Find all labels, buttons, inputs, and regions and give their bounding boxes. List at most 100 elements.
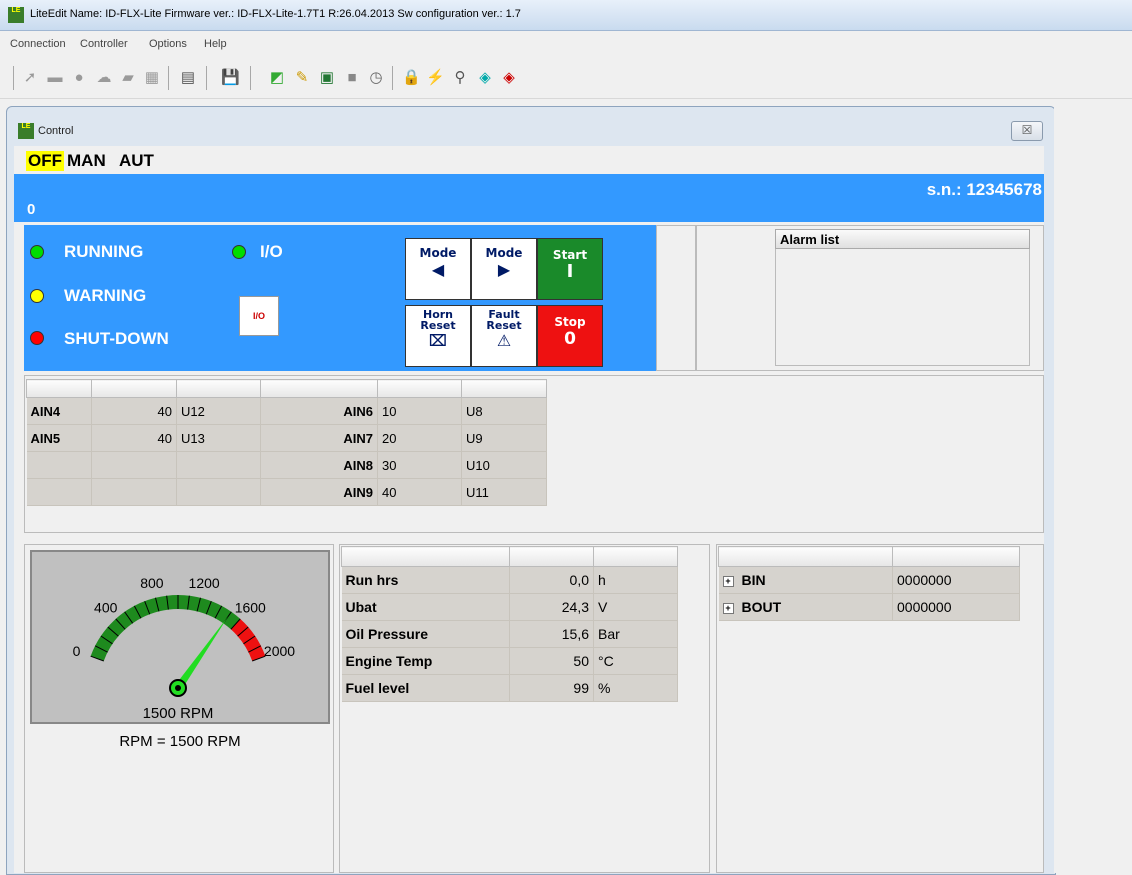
column-header[interactable] xyxy=(509,546,594,567)
gauge-hub-center xyxy=(175,685,181,691)
mode-right-button[interactable]: Mode ▶ xyxy=(471,238,537,300)
io-led-icon xyxy=(232,245,246,259)
rpm-gauge: 0 400 800 1200 1600 2000 1500 RPM xyxy=(30,550,330,724)
column-header[interactable] xyxy=(892,546,1020,567)
arrow-left-icon: ◀ xyxy=(431,260,445,279)
analog-unit: U13 xyxy=(176,424,261,452)
value-name: Oil Pressure xyxy=(341,620,510,648)
analog-value: 40 xyxy=(91,424,177,452)
table-icon[interactable]: ▦ xyxy=(143,69,161,87)
stop-glyph: 0 xyxy=(564,329,576,349)
io-button[interactable]: I/O xyxy=(239,296,279,336)
horn-reset-button[interactable]: Horn Reset ⌧ xyxy=(405,305,471,367)
app-icon: LE xyxy=(8,7,24,23)
table-row[interactable]: + BIN 0000000 xyxy=(718,566,1020,594)
stop-icon[interactable]: ■ xyxy=(343,69,361,87)
mode-right-label: Mode xyxy=(485,246,523,260)
mode-left-button[interactable]: Mode ◀ xyxy=(405,238,471,300)
cloud-icon[interactable]: ☁ xyxy=(95,69,113,87)
column-header[interactable] xyxy=(26,379,92,398)
analog-name: AIN4 xyxy=(26,397,92,425)
column-header[interactable] xyxy=(461,379,547,398)
chart-icon[interactable]: ◩ xyxy=(268,69,286,87)
monitor-icon[interactable]: ▣ xyxy=(318,69,336,87)
stop-label: Stop xyxy=(554,315,586,329)
column-header[interactable] xyxy=(341,546,510,567)
shutdown-led-icon xyxy=(30,331,44,345)
book-icon[interactable]: ◈ xyxy=(476,69,494,87)
column-header[interactable] xyxy=(377,379,462,398)
clock-icon[interactable]: ◷ xyxy=(367,69,385,87)
mode-off[interactable]: OFF xyxy=(26,151,64,171)
mode-aut[interactable]: AUT xyxy=(119,151,154,171)
connect-icon[interactable]: ➚ xyxy=(21,69,39,87)
plug-icon[interactable]: ⚡ xyxy=(426,69,445,87)
column-header[interactable] xyxy=(176,379,261,398)
serial-number: s.n.: 12345678 xyxy=(926,180,1042,199)
column-header[interactable] xyxy=(593,546,678,567)
start-icon: I xyxy=(566,261,574,282)
open-folder-icon[interactable]: ▰ xyxy=(119,69,137,87)
analog-value: 30 xyxy=(377,451,462,479)
analog-unit: U10 xyxy=(461,451,547,479)
column-header[interactable] xyxy=(718,546,893,567)
value-number: 24,3 xyxy=(509,593,594,621)
analog-unit: U8 xyxy=(461,397,547,425)
menu-bar: Connection Controller Options Help xyxy=(0,31,1132,58)
toolbar: ➚ ▬ ● ☁ ▰ ▦ ▤ 💾 ◩ ✎ ▣ ■ ◷ 🔒 ⚡ ⚲ ◈ ◈ xyxy=(0,58,1132,99)
start-button[interactable]: Start I xyxy=(537,238,603,300)
mode-row: OFF MAN AUT xyxy=(14,146,1044,174)
value-unit: h xyxy=(593,566,678,594)
value-unit: °C xyxy=(593,647,678,675)
window-title: LiteEdit Name: ID-FLX-Lite Firmware ver.… xyxy=(30,8,521,20)
disconnect-icon[interactable]: ▬ xyxy=(46,69,64,87)
table-row[interactable]: + BOUT 0000000 xyxy=(718,593,1020,621)
table-row: AIN9 40 U11 xyxy=(26,478,547,506)
value-name: Run hrs xyxy=(341,566,510,594)
value-number: 99 xyxy=(509,674,594,702)
record-icon[interactable]: ● xyxy=(70,69,88,87)
analog-unit xyxy=(176,451,261,479)
gauge-tick-label: 800 xyxy=(140,575,164,591)
help-book-icon[interactable]: ◈ xyxy=(500,69,518,87)
value-name: Fuel level xyxy=(341,674,510,702)
column-header[interactable] xyxy=(260,379,378,398)
menu-connection[interactable]: Connection xyxy=(10,38,66,50)
lock-icon[interactable]: 🔒 xyxy=(402,69,421,87)
save-icon[interactable]: 💾 xyxy=(221,69,240,87)
values-table: Run hrs 0,0 h Ubat 24,3 V Oil Pressure 1… xyxy=(341,546,678,702)
mdi-right-area xyxy=(1054,99,1132,873)
value-unit: V xyxy=(593,593,678,621)
analog-name: AIN5 xyxy=(26,424,92,452)
analog-unit: U12 xyxy=(176,397,261,425)
expand-icon[interactable]: + xyxy=(722,602,734,614)
value-name: Engine Temp xyxy=(341,647,510,675)
gauge-needle xyxy=(174,615,229,691)
key-icon[interactable]: ⚲ xyxy=(451,69,469,87)
expand-icon[interactable]: + xyxy=(722,575,734,587)
shutdown-label: SHUT-DOWN xyxy=(64,329,169,348)
toolbar-separator xyxy=(250,66,251,90)
toolbar-separator xyxy=(206,66,207,90)
close-icon[interactable]: ☒ xyxy=(1011,121,1043,141)
table-row: Fuel level 99 % xyxy=(341,674,678,702)
analog-name xyxy=(26,478,92,506)
archive-icon[interactable]: ▤ xyxy=(179,69,197,87)
control-window-title: Control xyxy=(38,125,74,137)
wizard-icon[interactable]: ✎ xyxy=(293,69,311,87)
alarm-list-header[interactable]: Alarm list xyxy=(775,229,1030,249)
controller-header xyxy=(14,174,1044,222)
column-header[interactable] xyxy=(91,379,177,398)
table-row: Engine Temp 50 °C xyxy=(341,647,678,675)
menu-controller[interactable]: Controller xyxy=(80,38,128,50)
mode-man[interactable]: MAN xyxy=(67,151,106,171)
menu-help[interactable]: Help xyxy=(204,38,227,50)
analog-name: AIN9 xyxy=(260,478,378,506)
stop-button[interactable]: Stop 0 xyxy=(537,305,603,367)
analog-unit xyxy=(176,478,261,506)
alarm-list[interactable] xyxy=(775,249,1030,366)
binary-value: 0000000 xyxy=(892,593,1020,621)
menu-options[interactable]: Options xyxy=(149,38,187,50)
fault-reset-button[interactable]: Fault Reset ⚠ xyxy=(471,305,537,367)
panel-spacer xyxy=(656,225,696,371)
